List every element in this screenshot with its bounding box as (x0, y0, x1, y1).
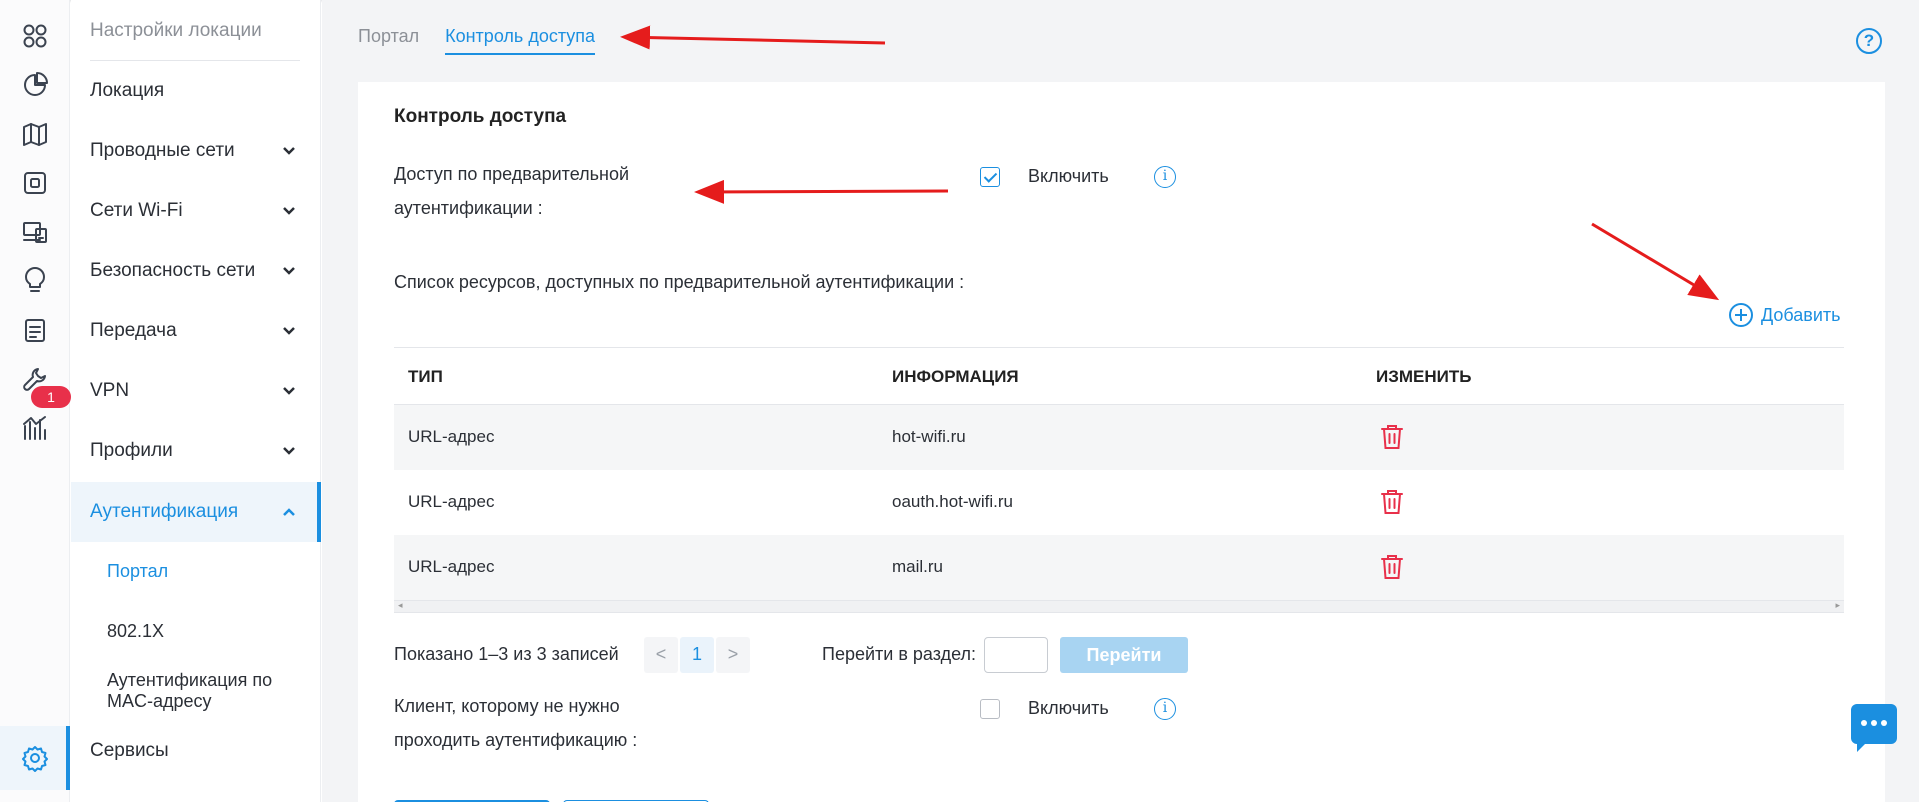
free-client-checkbox-label: Включить (1028, 698, 1109, 718)
column-header-info: ИНФОРМАЦИЯ (892, 367, 1019, 386)
delete-trash-icon[interactable] (1380, 554, 1404, 580)
pagination-summary: Показано 1–3 из 3 записей (394, 644, 619, 664)
table-header: ТИП ИНФОРМАЦИЯ ИЗМЕНИТЬ (394, 347, 1844, 405)
nav-item-label: VPN (90, 380, 130, 401)
free-client-label-line2: проходить аутентификацию : (394, 730, 638, 750)
nav-header: Настройки локации (90, 20, 300, 61)
devices-icon[interactable] (15, 212, 55, 252)
chevron-down-icon (281, 443, 297, 459)
page-1-button[interactable]: 1 (680, 637, 714, 673)
stats-icon[interactable] (15, 408, 55, 448)
chat-dots-icon (1861, 720, 1887, 728)
row-info: mail.ru (892, 557, 944, 576)
nav-subitem-8021x[interactable]: 802.1X (107, 621, 307, 642)
rail-active-indicator (66, 726, 70, 790)
horizontal-scrollbar[interactable]: ◂ ▸ (394, 600, 1844, 613)
apps-grid-icon[interactable] (15, 16, 55, 56)
table-row: URL-адрес hot-wifi.ru (394, 405, 1844, 470)
row-type: URL-адрес (408, 427, 495, 446)
settings-gear-icon[interactable] (15, 738, 55, 778)
nav-item-authentication[interactable]: Аутентификация (71, 482, 321, 542)
row-info: hot-wifi.ru (892, 427, 966, 446)
nav-item-label: Сервисы (90, 740, 169, 761)
delete-trash-icon[interactable] (1380, 489, 1404, 515)
nav-subitem-mac-auth[interactable]: Аутентификация по MAC-адресу (107, 670, 307, 712)
nav-item-label: Сети Wi-Fi (90, 200, 183, 221)
nav-item-label: Аутентификация (90, 501, 239, 522)
row-type: URL-адрес (408, 557, 495, 576)
nav-item-label: Профили (90, 440, 173, 461)
nav-item-label: Безопасность сети (90, 260, 256, 281)
chevron-down-icon (281, 203, 297, 219)
next-page-button[interactable]: > (716, 637, 750, 673)
nav-subitem-portal[interactable]: Портал (107, 561, 307, 582)
nav-item-wired-networks[interactable]: Проводные сети (71, 121, 321, 181)
main-content: Портал Контроль доступа ? Контроль досту… (322, 0, 1919, 802)
scroll-right-arrow-icon[interactable]: ▸ (1835, 600, 1840, 611)
free-client-checkbox[interactable] (980, 699, 1000, 719)
chevron-up-icon (281, 504, 297, 520)
preauth-checkbox-label: Включить (1028, 166, 1109, 186)
scroll-left-arrow-icon[interactable]: ◂ (398, 600, 403, 611)
nav-item-network-security[interactable]: Безопасность сети (71, 241, 321, 301)
preauth-checkbox[interactable] (980, 167, 1000, 187)
nav-item-services[interactable]: Сервисы (71, 721, 321, 781)
column-header-edit: ИЗМЕНИТЬ (1376, 367, 1472, 386)
map-icon[interactable] (15, 114, 55, 154)
table-row: URL-адрес oauth.hot-wifi.ru (394, 470, 1844, 535)
table-row: URL-адрес mail.ru (394, 535, 1844, 600)
pie-chart-icon[interactable] (15, 65, 55, 105)
access-control-card: Контроль доступа Доступ по предварительн… (358, 82, 1885, 802)
wrench-icon[interactable] (15, 359, 55, 399)
info-icon[interactable]: i (1154, 166, 1176, 188)
nav-item-profiles[interactable]: Профили (71, 421, 321, 481)
prev-page-button[interactable]: < (644, 637, 678, 673)
row-info: oauth.hot-wifi.ru (892, 492, 1013, 511)
nav-item-location[interactable]: Локация (71, 61, 321, 121)
goto-button[interactable]: Перейти (1060, 637, 1188, 673)
chat-support-button[interactable] (1851, 704, 1897, 752)
logs-icon[interactable] (15, 310, 55, 350)
nav-item-transmission[interactable]: Передача (71, 301, 321, 361)
card-title: Контроль доступа (394, 106, 567, 127)
chevron-down-icon (281, 383, 297, 399)
nav-item-vpn[interactable]: VPN (71, 361, 321, 421)
column-header-type: ТИП (408, 367, 443, 386)
nav-active-indicator (317, 482, 321, 542)
lightbulb-icon[interactable] (15, 261, 55, 301)
goto-label: Перейти в раздел: (822, 644, 976, 664)
device-icon[interactable] (15, 163, 55, 203)
add-resource-button[interactable]: Добавить (1729, 303, 1841, 327)
preauth-label-line2: аутентификации : (394, 198, 543, 218)
tab-access-control[interactable]: Контроль доступа (445, 26, 596, 55)
settings-nav: Настройки локации Локация Проводные сети… (71, 0, 321, 802)
chevron-down-icon (281, 263, 297, 279)
preauth-label-line1: Доступ по предварительной (394, 164, 630, 184)
row-type: URL-адрес (408, 492, 495, 511)
chevron-down-icon (281, 323, 297, 339)
tab-portal[interactable]: Портал (358, 26, 419, 55)
free-client-label-line1: Клиент, которому не нужно (394, 696, 620, 716)
page-tabs: Портал Контроль доступа (358, 26, 596, 55)
plus-circle-icon (1729, 303, 1753, 327)
nav-item-wifi-networks[interactable]: Сети Wi-Fi (71, 181, 321, 241)
nav-item-label: Локация (90, 80, 165, 101)
help-icon[interactable]: ? (1856, 28, 1882, 54)
resources-table: ТИП ИНФОРМАЦИЯ ИЗМЕНИТЬ URL-адрес hot-wi… (394, 347, 1844, 613)
chevron-down-icon (281, 143, 297, 159)
nav-item-label: Передача (90, 320, 177, 341)
resources-label: Список ресурсов, доступных по предварите… (394, 272, 965, 292)
info-icon[interactable]: i (1154, 698, 1176, 720)
icon-rail: 1 (0, 0, 71, 802)
delete-trash-icon[interactable] (1380, 424, 1404, 450)
nav-item-label: Проводные сети (90, 140, 235, 161)
goto-page-input[interactable] (984, 637, 1048, 673)
pagination: Показано 1–3 из 3 записей < 1 > Перейти … (394, 637, 1294, 673)
add-label: Добавить (1761, 304, 1841, 325)
